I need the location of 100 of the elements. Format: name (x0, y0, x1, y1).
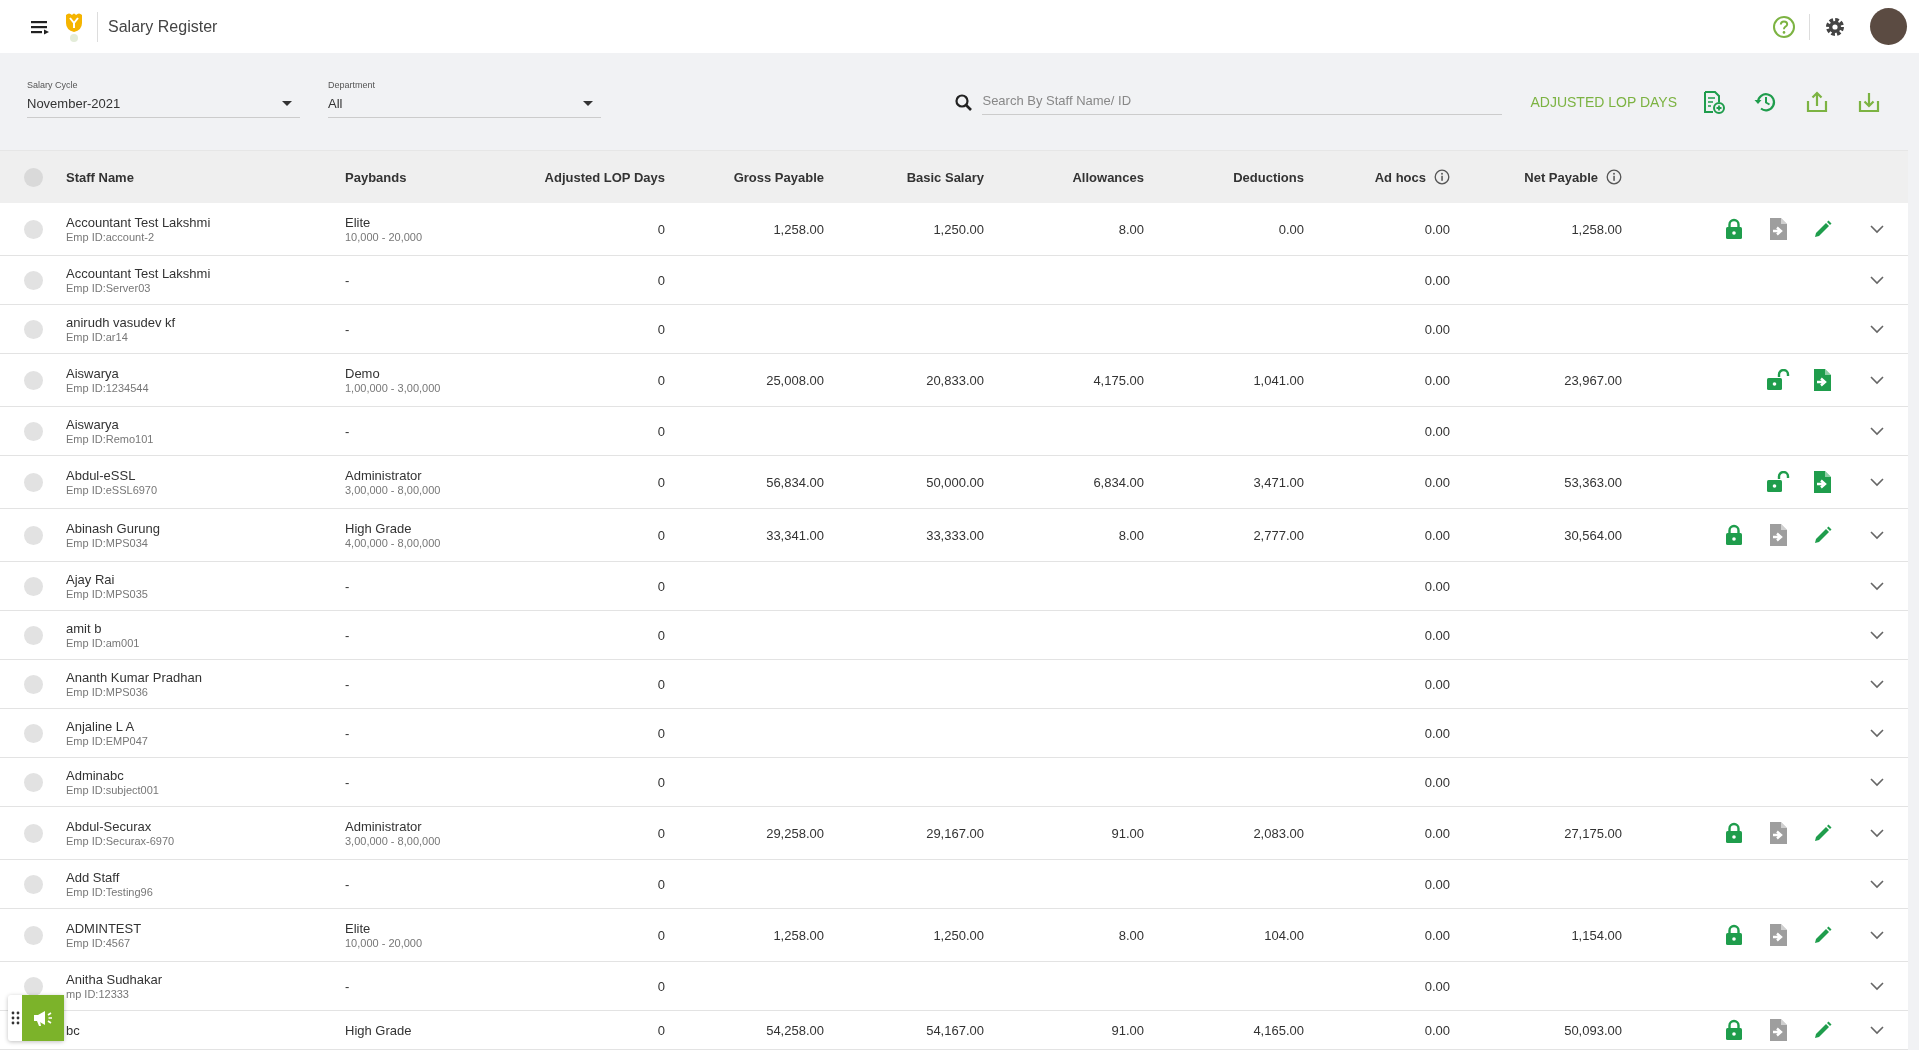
basic-salary: 29,167.00 (926, 825, 984, 841)
staff-name: Abinash Gurung (66, 521, 160, 536)
chevron-down-icon[interactable] (1869, 530, 1885, 540)
allowances-amount: 8.00 (1118, 927, 1144, 943)
allowances-amount: 91.00 (1111, 1022, 1144, 1038)
chevron-down-icon[interactable] (1869, 581, 1885, 591)
gross-payable: 1,258.00 (773, 927, 824, 943)
unlock-icon[interactable] (1766, 471, 1790, 493)
row-checkbox[interactable] (23, 525, 43, 545)
employee-id: Emp ID:Server03 (66, 282, 151, 294)
search-field[interactable]: Search By Staff Name/ ID (982, 88, 1503, 115)
salary-cycle-label: Salary Cycle (27, 79, 79, 90)
row-checkbox[interactable] (23, 625, 43, 645)
basic-salary: 54,167.00 (926, 1022, 984, 1038)
staff-name: Anjaline L A (66, 719, 135, 734)
chevron-down-icon[interactable] (1869, 679, 1885, 689)
row-checkbox[interactable] (23, 723, 43, 743)
lop-days: 0 (657, 825, 665, 841)
row-checkbox[interactable] (23, 370, 43, 390)
chevron-down-icon[interactable] (1869, 728, 1885, 738)
department-dropdown[interactable]: All (328, 93, 601, 118)
info-icon[interactable] (1606, 169, 1622, 185)
page-title: Salary Register (108, 17, 218, 36)
row-checkbox[interactable] (23, 925, 43, 945)
basic-salary: 33,333.00 (926, 527, 984, 543)
adhocs-amount: 0.00 (1424, 372, 1450, 388)
chevron-down-icon[interactable] (1869, 1025, 1885, 1035)
staff-name: Ajay Rai (66, 572, 115, 587)
staff-name: Aiswarya (66, 417, 119, 432)
allowances-amount: 91.00 (1111, 825, 1144, 841)
row-checkbox[interactable] (23, 219, 43, 239)
row-checkbox[interactable] (23, 319, 43, 339)
payband-range: 10,000 - 20,000 (345, 231, 423, 243)
chevron-down-icon[interactable] (1869, 477, 1885, 487)
lock-icon[interactable] (1724, 218, 1744, 240)
row-checkbox[interactable] (23, 421, 43, 441)
row-checkbox[interactable] (23, 472, 43, 492)
document-arrow-icon[interactable] (1811, 368, 1833, 392)
chevron-down-icon[interactable] (1869, 777, 1885, 787)
row-checkbox[interactable] (23, 976, 43, 996)
payband-name: Elite (345, 215, 371, 230)
allowances-amount: 8.00 (1118, 221, 1144, 237)
chevron-down-icon[interactable] (1869, 930, 1885, 940)
staff-name: anirudh vasudev kf (66, 315, 176, 330)
employee-id: Emp ID:account-2 (66, 231, 155, 243)
unlock-icon[interactable] (1766, 369, 1790, 391)
row-checkbox[interactable] (23, 576, 43, 596)
lock-icon[interactable] (1724, 1019, 1744, 1041)
gross-payable: 1,258.00 (773, 221, 824, 237)
chevron-down-icon[interactable] (1869, 224, 1885, 234)
net-payable: 53,363.00 (1564, 474, 1622, 490)
chevron-down-icon[interactable] (1869, 828, 1885, 838)
document-plus-icon[interactable] (1701, 89, 1725, 114)
employee-id: Emp ID:Securax-6970 (66, 835, 175, 847)
row-checkbox[interactable] (23, 270, 43, 290)
chevron-down-icon[interactable] (1869, 879, 1885, 889)
chevron-down-icon[interactable] (1869, 275, 1885, 285)
drag-handle-icon[interactable] (10, 1011, 20, 1025)
deductions-amount: 2,777.00 (1253, 527, 1304, 543)
lop-days: 0 (657, 372, 665, 388)
salary-cycle-dropdown[interactable]: November-2021 (27, 93, 300, 118)
employee-id: Emp ID:4567 (66, 937, 131, 949)
payband-name: - (345, 774, 350, 790)
upload-icon[interactable] (1805, 89, 1829, 114)
chevron-down-icon[interactable] (1869, 324, 1885, 334)
lock-icon[interactable] (1724, 822, 1744, 844)
column-header: Paybands (345, 169, 407, 185)
adhocs-amount: 0.00 (1424, 527, 1450, 543)
adhocs-amount: 0.00 (1424, 876, 1450, 892)
settings-icon[interactable] (1824, 15, 1846, 38)
row-checkbox[interactable] (23, 674, 43, 694)
info-icon[interactable] (1434, 169, 1450, 185)
chevron-down-icon[interactable] (1869, 630, 1885, 640)
basic-salary: 50,000.00 (926, 474, 984, 490)
payband-name: - (345, 321, 350, 337)
avatar[interactable] (1870, 8, 1907, 45)
gross-payable: 56,834.00 (766, 474, 824, 490)
column-header: Staff Name (66, 169, 134, 185)
chevron-down-icon[interactable] (1869, 426, 1885, 436)
gross-payable: 33,341.00 (766, 527, 824, 543)
net-payable: 1,154.00 (1571, 927, 1622, 943)
lop-days: 0 (657, 221, 665, 237)
help-icon[interactable] (1772, 14, 1796, 39)
lock-icon[interactable] (1724, 924, 1744, 946)
net-payable: 27,175.00 (1564, 825, 1622, 841)
row-checkbox[interactable] (23, 772, 43, 792)
document-arrow-icon[interactable] (1811, 470, 1833, 494)
employee-id: Emp ID:EMP047 (66, 735, 148, 747)
chevron-down-icon[interactable] (1869, 375, 1885, 385)
row-checkbox[interactable] (23, 874, 43, 894)
staff-name: Adminabc (66, 768, 124, 783)
employee-id: Emp ID:am001 (66, 637, 140, 649)
lop-days: 0 (657, 774, 665, 790)
chevron-down-icon[interactable] (1869, 981, 1885, 991)
lop-days: 0 (657, 321, 665, 337)
row-checkbox[interactable] (23, 823, 43, 843)
lock-icon[interactable] (1724, 524, 1744, 546)
gross-payable: 25,008.00 (766, 372, 824, 388)
adhocs-amount: 0.00 (1424, 927, 1450, 943)
net-payable: 23,967.00 (1564, 372, 1622, 388)
